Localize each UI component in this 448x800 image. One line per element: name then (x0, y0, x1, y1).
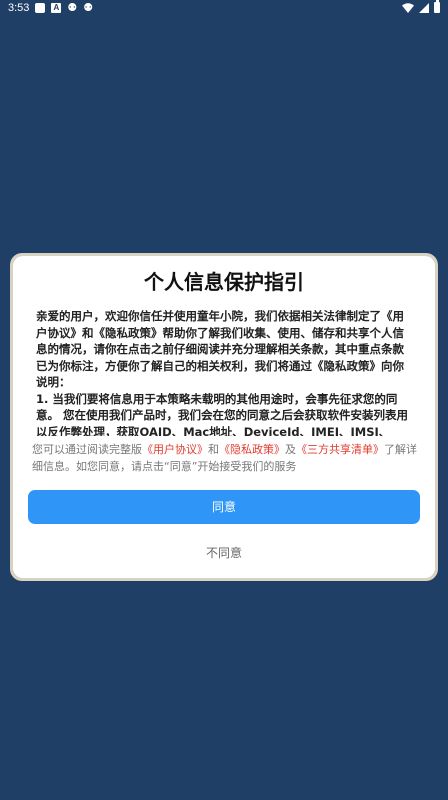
disagree-button[interactable]: 不同意 (28, 538, 420, 568)
policy-paragraph: 亲爱的用户，欢迎你信任并使用童年小院，我们依据相关法律制定了《用户协议》和《隐私… (36, 309, 404, 389)
policy-summary: 您可以通过阅读完整版《用户协议》和《隐私政策》及《三方共享清单》了解详细信息。如… (32, 441, 418, 475)
status-bar: 3:53 A ⚉ ⚉ (0, 0, 448, 16)
square-icon (35, 2, 46, 13)
summary-prefix: 您可以通过阅读完整版 (32, 443, 142, 456)
policy-paragraph: 1. 当我们要将信息用于本策略未载明的其他用途时，会事先征求您的同意。 您在使用… (36, 391, 408, 437)
summary-and2: 及 (285, 443, 296, 456)
policy-text-scroll[interactable]: 亲爱的用户，欢迎你信任并使用童年小院，我们依据相关法律制定了《用户协议》和《隐私… (36, 308, 414, 436)
third-party-list-link[interactable]: 《三方共享清单》 (296, 443, 384, 456)
battery-icon (434, 0, 440, 13)
user-agreement-link[interactable]: 《用户协议》 (142, 443, 208, 456)
bug-icon: ⚉ (83, 1, 94, 14)
status-left: 3:53 A ⚉ ⚉ (8, 1, 93, 14)
signal-icon (419, 2, 429, 13)
wifi-icon (402, 2, 414, 13)
a-box-icon: A (51, 2, 62, 13)
privacy-policy-link[interactable]: 《隐私政策》 (219, 443, 285, 456)
status-time: 3:53 (8, 1, 30, 14)
bug-icon: ⚉ (67, 1, 78, 14)
dialog-title: 个人信息保护指引 (144, 270, 304, 294)
privacy-dialog: 个人信息保护指引 亲爱的用户，欢迎你信任并使用童年小院，我们依据相关法律制定了《… (13, 256, 435, 578)
status-right (402, 0, 440, 13)
agree-button[interactable]: 同意 (28, 490, 420, 524)
summary-and: 和 (208, 443, 219, 456)
